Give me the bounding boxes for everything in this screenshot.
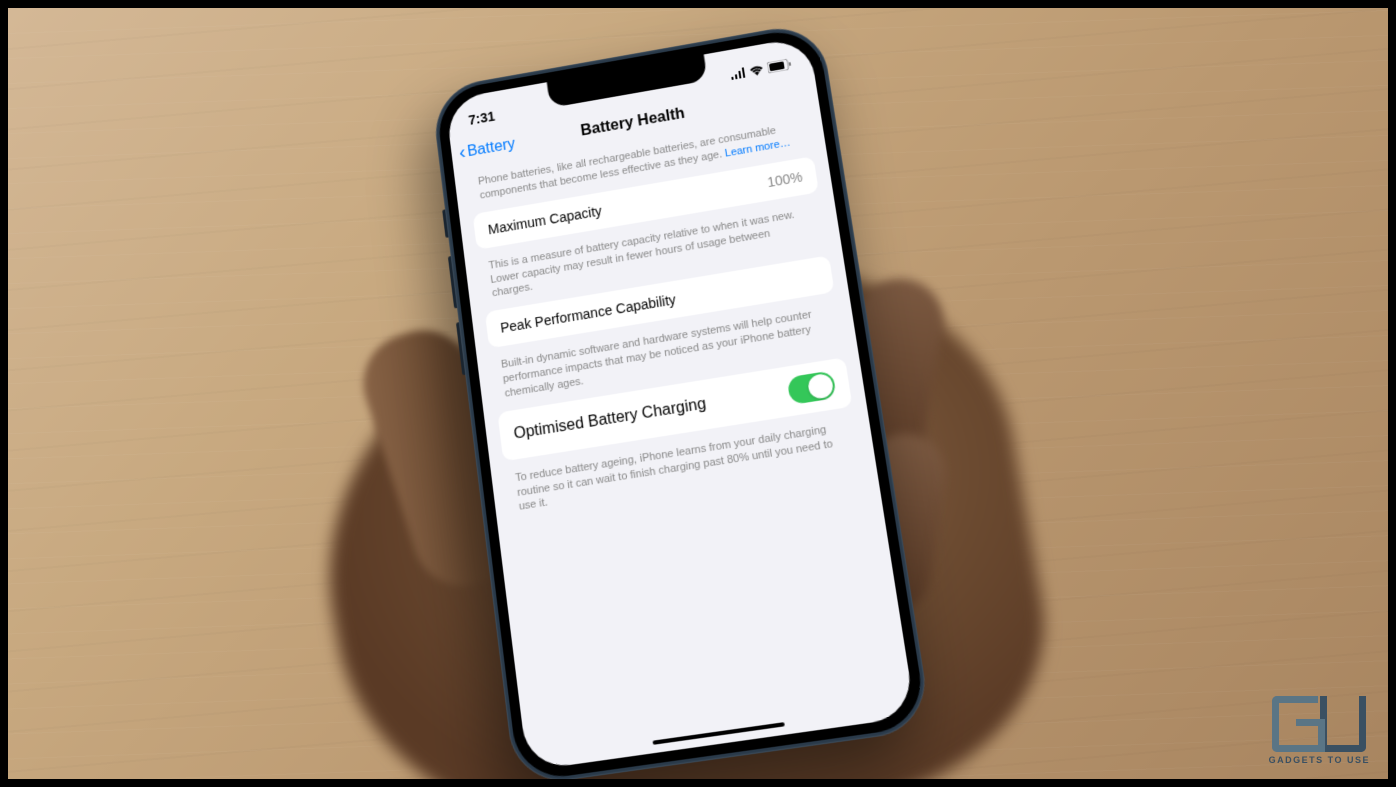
- back-label: Battery: [466, 135, 516, 160]
- max-capacity-label: Maximum Capacity: [487, 203, 603, 237]
- home-indicator[interactable]: [652, 722, 784, 745]
- settings-content: Phone batteries, like all rechargeable b…: [454, 111, 877, 529]
- watermark-text: GADGETS TO USE: [1269, 755, 1370, 765]
- status-time: 7:31: [468, 108, 496, 127]
- watermark: GADGETS TO USE: [1269, 696, 1370, 765]
- back-button[interactable]: ‹ Battery: [458, 133, 517, 164]
- chevron-left-icon: ‹: [458, 142, 467, 164]
- battery-icon: [767, 58, 792, 73]
- status-indicators: [729, 58, 792, 80]
- max-capacity-value: 100%: [766, 169, 803, 190]
- toggle-knob: [807, 372, 835, 399]
- cellular-signal-icon: [729, 67, 746, 80]
- watermark-logo-icon: [1272, 696, 1366, 752]
- wifi-icon: [748, 63, 764, 76]
- optimised-charging-toggle[interactable]: [787, 370, 837, 405]
- photo-background: 7:31: [8, 8, 1388, 779]
